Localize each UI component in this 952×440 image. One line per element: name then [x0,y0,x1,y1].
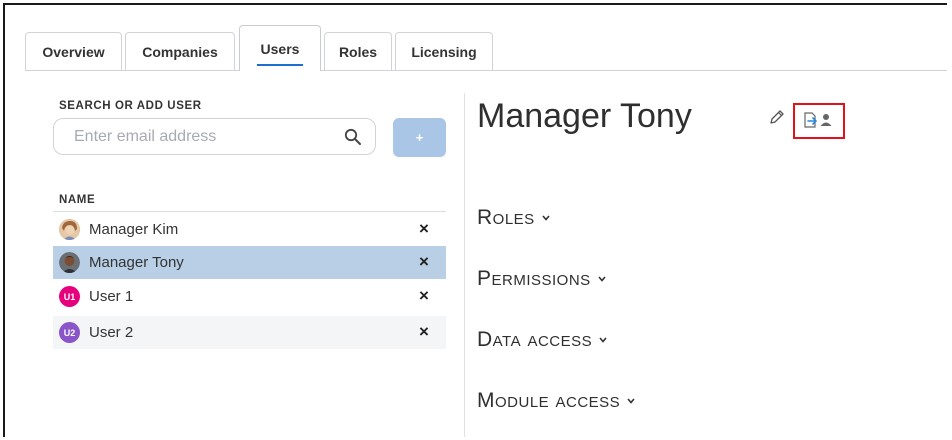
user-row-user-2[interactable]: U2 User 2 × [53,316,446,349]
app-frame: Overview Companies Users Roles Licensing… [3,3,947,437]
user-row-user-1[interactable]: U1 User 1 × [53,280,446,313]
pencil-icon[interactable] [769,109,785,125]
remove-user-icon[interactable]: × [419,286,429,306]
header-divider [53,211,446,212]
chevron-down-icon [627,398,635,404]
permissions-section-toggle[interactable]: Permissions [477,267,607,291]
roles-section-toggle[interactable]: Roles [477,206,551,230]
user-name: User 1 [89,288,134,305]
name-column-header: NAME [59,194,96,206]
tab-overview[interactable]: Overview [25,32,122,70]
user-row-manager-tony[interactable]: Manager Tony × [53,246,446,279]
tab-users[interactable]: Users [239,25,321,71]
search-box[interactable] [53,118,376,155]
section-label: Roles [477,206,535,229]
tab-roles[interactable]: Roles [324,32,392,70]
tab-bar: Overview Companies Users Roles Licensing [25,25,947,71]
user-name: Manager Tony [89,254,184,271]
section-label: Permissions [477,267,591,290]
search-label: SEARCH OR ADD USER [59,100,202,112]
avatar-initials: U2 [59,322,80,343]
avatar-photo [59,219,80,240]
search-input[interactable] [72,127,326,147]
remove-user-icon[interactable]: × [419,219,429,239]
avatar-initials: U1 [59,286,80,307]
module-access-section-toggle[interactable]: Module access [477,389,636,413]
user-name: Manager Kim [89,221,179,238]
chevron-down-icon [598,276,606,282]
avatar-photo [59,252,80,273]
data-access-section-toggle[interactable]: Data access [477,328,608,352]
export-user-icon[interactable] [803,112,835,129]
user-title: Manager Tony [477,97,692,135]
tab-companies[interactable]: Companies [125,32,235,70]
tab-bar-divider [25,70,947,71]
add-user-button[interactable]: + [393,118,446,157]
remove-user-icon[interactable]: × [419,322,429,342]
panel-divider [464,93,465,437]
search-icon[interactable] [344,128,362,146]
section-label: Data access [477,328,593,351]
section-label: Module access [477,389,621,412]
remove-user-icon[interactable]: × [419,252,429,272]
chevron-down-icon [599,337,607,343]
user-row-manager-kim[interactable]: Manager Kim × [53,213,446,246]
chevron-down-icon [542,215,550,221]
tab-licensing[interactable]: Licensing [395,32,493,70]
user-name: User 2 [89,324,134,341]
export-user-highlight [793,103,845,139]
